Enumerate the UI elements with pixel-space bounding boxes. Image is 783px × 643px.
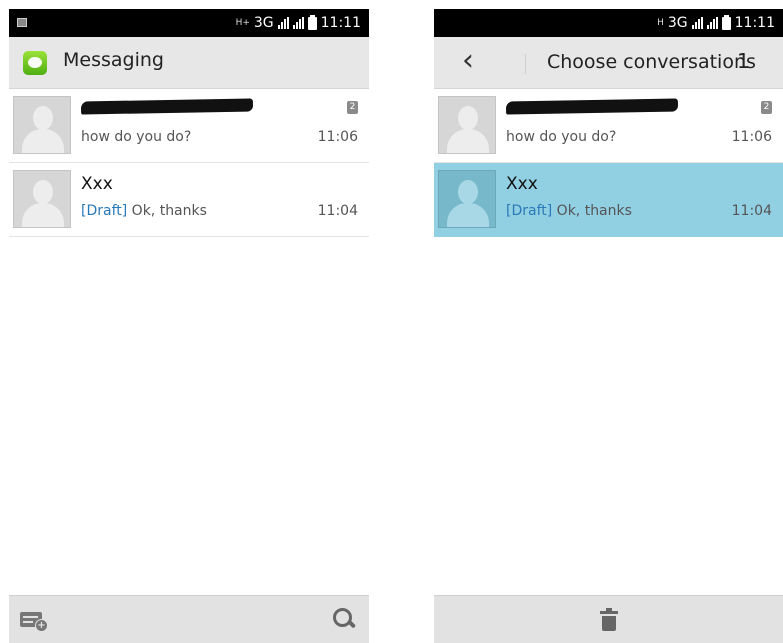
battery-icon: [721, 14, 731, 30]
bottom-bar: +: [9, 595, 369, 643]
snippet-text: Ok, thanks: [556, 203, 632, 219]
contact-name: Xxx: [506, 174, 538, 194]
unread-badge: 2: [761, 101, 772, 114]
redacted-contact-name: [80, 98, 254, 115]
contact-avatar[interactable]: [13, 170, 71, 228]
messaging-screen: H+ 3G 11:11 Messaging 2 how do you do? 1…: [9, 9, 369, 643]
contact-avatar[interactable]: [438, 170, 496, 228]
conversation-item[interactable]: Xxx [Draft] Ok, thanks 11:04: [9, 163, 369, 237]
app-title: Messaging: [63, 49, 164, 71]
message-time: 11:04: [731, 203, 772, 219]
signal-icon: [277, 17, 289, 29]
network-type: 3G: [667, 15, 688, 31]
back-chevron-icon[interactable]: ‹: [462, 46, 474, 76]
sim-marker: H+: [235, 17, 250, 28]
status-icons: H 3G 11:11: [657, 9, 775, 37]
page-title: Choose conversations: [547, 51, 756, 73]
unread-badge: 2: [347, 101, 358, 114]
status-icons: H+ 3G 11:11: [236, 9, 361, 37]
message-snippet: [Draft] Ok, thanks: [81, 203, 207, 219]
new-message-icon[interactable]: +: [20, 609, 48, 632]
message-time: 11:06: [731, 129, 772, 145]
signal-icon-2: [706, 17, 718, 29]
status-time: 11:11: [320, 15, 361, 31]
status-time: 11:11: [734, 15, 775, 31]
action-bar: ‹ Choose conversations 1: [434, 37, 783, 89]
divider: [525, 54, 526, 74]
conversation-item[interactable]: 2 how do you do? 11:06: [434, 89, 783, 163]
status-bar: H 3G 11:11: [434, 9, 783, 37]
draft-label: [Draft]: [81, 203, 128, 219]
contact-avatar[interactable]: [13, 96, 71, 154]
bottom-bar: [434, 595, 783, 643]
conversation-item-selected[interactable]: Xxx [Draft] Ok, thanks 11:04: [434, 163, 783, 237]
draft-label: [Draft]: [506, 203, 553, 219]
message-snippet: how do you do?: [81, 129, 192, 145]
contact-name: Xxx: [81, 174, 113, 194]
conversation-item[interactable]: 2 how do you do? 11:06: [9, 89, 369, 163]
sim-marker: H: [657, 17, 664, 28]
action-bar: Messaging: [9, 37, 369, 89]
trash-icon[interactable]: [599, 608, 618, 632]
notification-icon: [17, 18, 27, 27]
messaging-app-icon[interactable]: [23, 51, 47, 75]
battery-icon: [307, 14, 317, 30]
selected-count: 1: [737, 49, 750, 73]
signal-icon: [691, 17, 703, 29]
message-snippet: [Draft] Ok, thanks: [506, 203, 632, 219]
status-bar: H+ 3G 11:11: [9, 9, 369, 37]
signal-icon-2: [292, 17, 304, 29]
search-icon[interactable]: [331, 606, 357, 632]
network-type: 3G: [253, 15, 274, 31]
redacted-contact-name: [505, 98, 679, 115]
message-snippet: how do you do?: [506, 129, 617, 145]
message-time: 11:04: [317, 203, 358, 219]
contact-avatar[interactable]: [438, 96, 496, 154]
snippet-text: Ok, thanks: [131, 203, 207, 219]
message-time: 11:06: [317, 129, 358, 145]
choose-conversations-screen: H 3G 11:11 ‹ Choose conversations 1 2 ho…: [434, 9, 783, 643]
